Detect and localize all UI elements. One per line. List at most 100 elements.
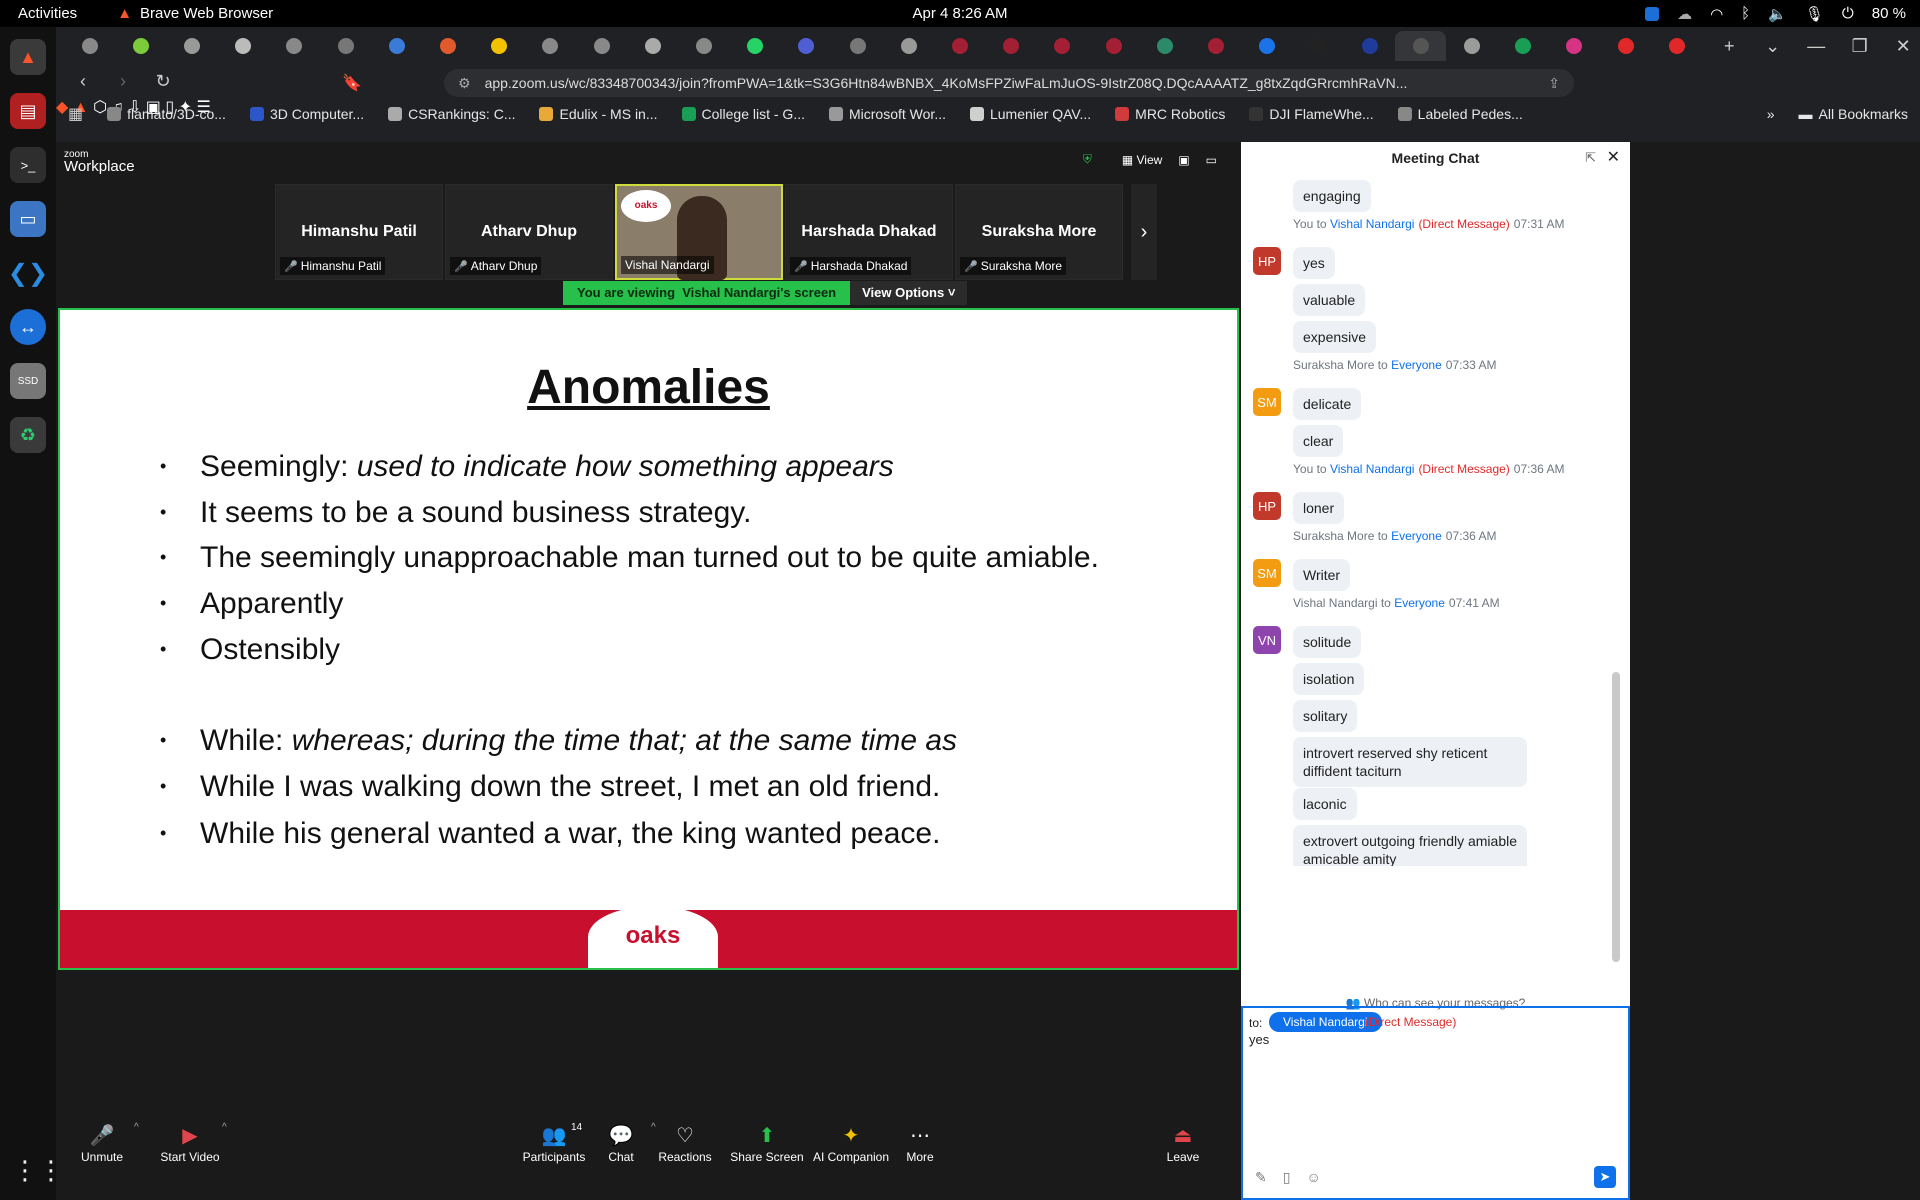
browser-tab[interactable] xyxy=(1344,31,1395,61)
participant-tile[interactable]: Atharv Dhup 🎤 Atharv Dhup xyxy=(445,184,613,280)
chat-message[interactable]: solitary xyxy=(1293,700,1358,732)
browser-tab[interactable] xyxy=(934,31,985,61)
chat-message[interactable]: loner xyxy=(1293,492,1345,524)
chat-message[interactable]: valuable xyxy=(1293,284,1366,316)
chat-message[interactable]: expensive xyxy=(1293,321,1377,353)
bookmark-item[interactable]: College list - G... xyxy=(681,106,805,122)
browser-tab[interactable] xyxy=(1139,31,1190,61)
browser-tab[interactable] xyxy=(166,31,217,61)
audio-options-caret[interactable]: ^ xyxy=(134,1122,139,1133)
browser-tab[interactable] xyxy=(1088,31,1139,61)
chat-input[interactable]: yes xyxy=(1249,1032,1269,1047)
teamviewer-tray-icon[interactable] xyxy=(1645,6,1660,21)
site-info-icon[interactable]: ⚙ xyxy=(458,75,471,92)
bookmarks-overflow-icon[interactable]: » xyxy=(1767,106,1775,122)
app-grid-icon[interactable]: ⋮⋮ xyxy=(12,1154,64,1186)
share-icon[interactable]: ⇪ xyxy=(1548,75,1560,92)
new-tab-icon[interactable]: + xyxy=(1713,36,1746,57)
browser-tab[interactable] xyxy=(730,31,781,61)
leave-button[interactable]: ⏏ Leave xyxy=(1138,1122,1228,1164)
minimize-icon[interactable]: — xyxy=(1799,36,1832,57)
browser-tab[interactable] xyxy=(883,31,934,61)
browser-tab[interactable] xyxy=(269,31,320,61)
clock[interactable]: Apr 4 8:26 AM xyxy=(0,5,1920,22)
browser-tab[interactable] xyxy=(781,31,832,61)
chat-message[interactable]: introvert reserved shy reticent diffiden… xyxy=(1293,737,1527,787)
all-bookmarks[interactable]: ▬ All Bookmarks xyxy=(1799,106,1908,122)
close-icon[interactable]: ✕ xyxy=(1607,142,1620,174)
terminal-dock-icon[interactable]: >_ xyxy=(10,147,46,183)
system-tray[interactable]: ☁ ◠ ᛒ 🔈 🎙 ⏻ 80 % xyxy=(1645,0,1906,27)
bookmark-item[interactable]: CSRankings: C... xyxy=(388,106,515,122)
url-field[interactable]: ⚙ app.zoom.us/wc/83348700343/join?fromPW… xyxy=(444,69,1574,97)
popout-icon[interactable]: ⇱ xyxy=(1585,142,1596,174)
vscode-dock-icon[interactable]: ❮❯ xyxy=(8,255,48,291)
participant-tile[interactable]: Himanshu Patil 🎤 Himanshu Patil xyxy=(275,184,443,280)
browser-tab[interactable] xyxy=(64,31,115,61)
drive-dock-icon[interactable]: SSD xyxy=(10,363,46,399)
recipient-name[interactable]: Everyone xyxy=(1391,529,1442,543)
participant-tile[interactable]: Suraksha More 🎤 Suraksha More xyxy=(955,184,1123,280)
recipient-name[interactable]: Everyone xyxy=(1394,596,1445,610)
recipient-name[interactable]: Everyone xyxy=(1391,358,1442,372)
browser-tab[interactable] xyxy=(371,31,422,61)
tab-search-icon[interactable]: ⌄ xyxy=(1756,36,1789,57)
back-icon[interactable]: ‹ xyxy=(70,71,96,92)
browser-tab[interactable] xyxy=(1395,31,1447,61)
maximize-icon[interactable]: ❐ xyxy=(1843,36,1876,57)
chat-scrollbar[interactable] xyxy=(1612,672,1620,962)
browser-tab[interactable] xyxy=(1446,31,1497,61)
reload-icon[interactable]: ↻ xyxy=(150,71,176,92)
recipient-name[interactable]: Vishal Nandargi xyxy=(1330,217,1415,231)
browser-tab[interactable] xyxy=(474,31,525,61)
bookmark-item[interactable]: Edulix - MS in... xyxy=(539,106,658,122)
emoji-icon[interactable]: ☺ xyxy=(1306,1169,1320,1186)
browser-tab[interactable] xyxy=(627,31,678,61)
chat-message[interactable]: clear xyxy=(1293,425,1344,457)
bookmark-item[interactable]: Lumenier QAV... xyxy=(969,106,1091,122)
more-button[interactable]: ⋯ More xyxy=(875,1122,965,1164)
close-window-icon[interactable]: ✕ xyxy=(1886,36,1919,57)
browser-tab[interactable] xyxy=(1498,31,1549,61)
files-dock-icon[interactable]: ▭ xyxy=(10,201,46,237)
browser-tab[interactable] xyxy=(832,31,883,61)
browser-tab[interactable] xyxy=(986,31,1037,61)
browser-tab[interactable] xyxy=(1037,31,1088,61)
reactions-button[interactable]: ♡ Reactions xyxy=(640,1122,730,1164)
chat-messages[interactable]: engaging You to Vishal Nandargi (Direct Me… xyxy=(1241,174,1630,866)
browser-tab[interactable] xyxy=(1549,31,1600,61)
browser-tab[interactable] xyxy=(525,31,576,61)
browser-tab[interactable] xyxy=(422,31,473,61)
browser-tab[interactable] xyxy=(1293,31,1344,61)
bookmark-item[interactable]: flamato/3D-co... xyxy=(107,106,226,122)
chat-message[interactable]: solitude xyxy=(1293,626,1362,658)
chat-message[interactable]: extrovert outgoing friendly amiable amic… xyxy=(1293,825,1527,866)
chat-message[interactable]: yes xyxy=(1293,247,1335,279)
view-button[interactable]: ▦ View xyxy=(1122,153,1162,167)
browser-tab[interactable] xyxy=(218,31,269,61)
participant-tile-active-speaker[interactable]: oaks Vishal Nandargi xyxy=(615,184,783,280)
pip-icon[interactable]: ▣ xyxy=(1178,153,1189,167)
apps-icon[interactable]: ▦ xyxy=(68,104,83,124)
bookmark-page-icon[interactable]: 🔖 xyxy=(342,73,362,93)
chat-message[interactable]: isolation xyxy=(1293,663,1365,695)
bookmark-item[interactable]: Labeled Pedes... xyxy=(1397,106,1523,122)
browser-tab[interactable] xyxy=(1242,31,1293,61)
send-button[interactable]: ➤ xyxy=(1594,1166,1616,1188)
view-options-button[interactable]: View Options ˅ xyxy=(850,281,968,305)
active-app-menu[interactable]: ▲ Brave Web Browser xyxy=(117,5,273,22)
recipient-name[interactable]: Vishal Nandargi xyxy=(1330,462,1415,476)
file-icon[interactable]: ▯ xyxy=(1283,1169,1291,1186)
browser-tab[interactable] xyxy=(115,31,166,61)
chat-message[interactable]: Writer xyxy=(1293,559,1351,591)
gallery-next-button[interactable]: › xyxy=(1131,184,1157,280)
encryption-shield-icon[interactable]: ⛨ xyxy=(1083,152,1092,167)
browser-tab[interactable] xyxy=(576,31,627,61)
chat-message[interactable]: delicate xyxy=(1293,388,1362,420)
chat-message[interactable]: laconic xyxy=(1293,788,1357,820)
browser-tab[interactable] xyxy=(1651,31,1702,61)
browser-tab[interactable] xyxy=(1600,31,1651,61)
share-screen-button[interactable]: ⬆ Share Screen xyxy=(722,1122,812,1164)
format-icon[interactable]: ✎ xyxy=(1255,1169,1267,1186)
bookmark-item[interactable]: 3D Computer... xyxy=(249,106,364,122)
